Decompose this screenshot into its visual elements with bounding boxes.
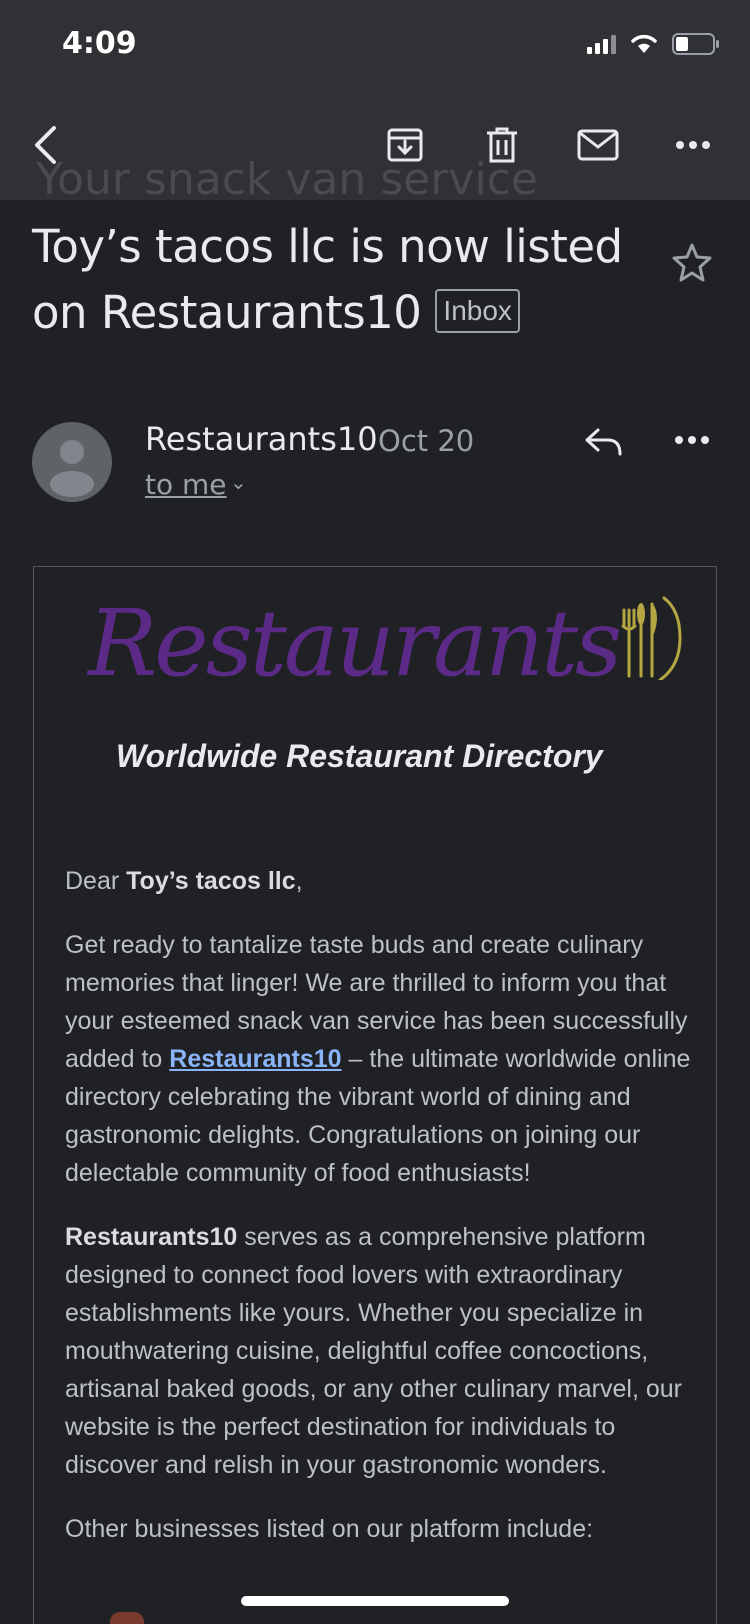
more-horiz-icon — [676, 141, 710, 149]
greeting-prefix: Dear — [65, 867, 127, 895]
reply-button[interactable] — [584, 426, 624, 463]
mail-icon — [577, 129, 619, 161]
recipient-business-name: Toy’s tacos llc — [126, 867, 296, 895]
person-icon — [50, 440, 94, 497]
paragraph-intro: Get ready to tantalize taste buds and cr… — [65, 926, 695, 1192]
battery-icon — [672, 33, 719, 55]
logo-wordmark: Restaurants — [88, 590, 622, 697]
status-icons — [587, 32, 720, 56]
message-more-button[interactable] — [674, 432, 710, 450]
top-app-bar: 4:09 Your snack van service — [0, 0, 750, 205]
greeting-suffix: , — [295, 867, 303, 895]
star-icon — [672, 243, 712, 282]
status-time: 4:09 — [62, 26, 137, 61]
platform-name: Restaurants10 — [65, 1223, 238, 1251]
cutlery-icon — [621, 596, 682, 680]
cellular-signal-icon — [587, 34, 616, 54]
collapsed-subject-ghost: Your snack van service — [36, 154, 538, 205]
email-message-content: Dear Toy’s tacos llc, Get ready to tanta… — [65, 862, 695, 1574]
wifi-icon — [631, 34, 657, 53]
greeting: Dear Toy’s tacos llc, — [65, 862, 695, 900]
business-thumbnail — [110, 1612, 144, 1624]
sender-avatar[interactable] — [32, 422, 112, 502]
restaurants-logo[interactable]: Restaurants — [88, 590, 708, 710]
chevron-down-icon[interactable]: ⌄ — [230, 470, 247, 495]
recipient-toggle[interactable]: to me — [145, 468, 227, 501]
logo-tagline: Worldwide Restaurant Directory — [116, 738, 603, 774]
email-subject: Toy’s tacos llc is now listed on Restaur… — [32, 214, 632, 346]
more-options-button[interactable] — [668, 120, 718, 170]
home-indicator[interactable] — [241, 1596, 509, 1606]
paragraph-other-businesses: Other businesses listed on our platform … — [65, 1515, 594, 1543]
inbox-label-badge[interactable]: Inbox — [435, 289, 520, 333]
email-date: Oct 20 — [378, 424, 475, 458]
more-horiz-icon — [675, 436, 709, 444]
platform-description: serves as a comprehensive platform desig… — [65, 1223, 682, 1479]
sender-name[interactable]: Restaurants10 — [145, 420, 378, 458]
star-button[interactable] — [672, 242, 712, 287]
reply-icon — [585, 428, 622, 456]
subject-text: Toy’s tacos llc is now listed on Restaur… — [32, 220, 623, 339]
restaurants10-link[interactable]: Restaurants10 — [169, 1045, 341, 1073]
paragraph-platform: Restaurants10 serves as a comprehensive … — [65, 1218, 695, 1484]
mark-unread-button[interactable] — [573, 120, 623, 170]
